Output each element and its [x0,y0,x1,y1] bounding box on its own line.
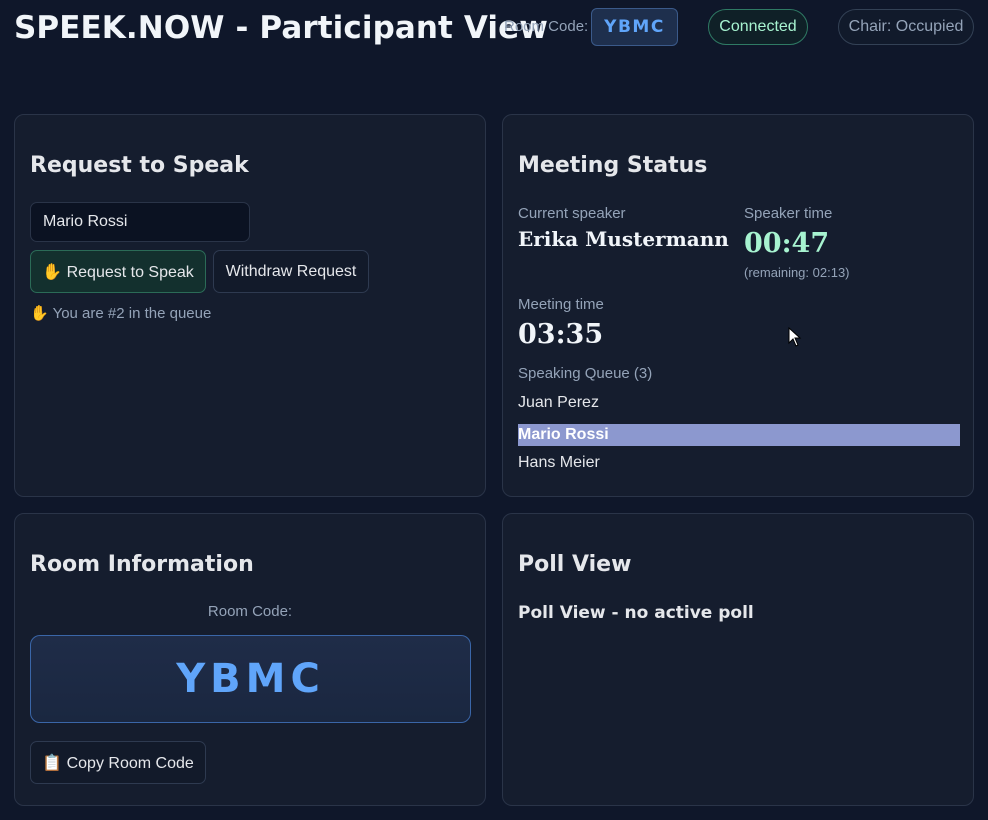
meeting-status-title: Meeting Status [518,153,708,178]
chair-status-badge: Chair: Occupied [838,9,974,45]
meeting-time-label: Meeting time [518,296,604,313]
queue-item-self: Mario Rossi [518,424,960,446]
speaking-queue-label: Speaking Queue (3) [518,365,653,382]
withdraw-request-button[interactable]: Withdraw Request [213,250,369,293]
meeting-time-value: 03:35 [518,319,604,350]
page-title: SPEEK.NOW - Participant View [14,10,549,46]
header-room-code-badge: YBMC [591,8,678,46]
speaking-queue-list: Juan Perez Mario Rossi Hans Meier [518,390,960,480]
meeting-status-panel: Meeting Status Current speaker Erika Mus… [502,114,974,497]
queue-position-text: ✋ You are #2 in the queue [30,305,212,322]
poll-view-panel: Poll View Poll View - no active poll [502,513,974,806]
speaker-time-value: 00:47 [744,228,830,259]
room-code-label: Room Code: [207,603,293,620]
connection-status-badge: Connected [708,9,808,45]
poll-view-title: Poll View [518,552,632,577]
participant-name-input[interactable] [30,202,250,242]
queue-item: Juan Perez [518,394,599,411]
current-speaker-label: Current speaker [518,205,626,222]
request-panel-title: Request to Speak [30,153,249,178]
current-speaker-name: Erika Mustermann [518,227,729,251]
queue-item: Hans Meier [518,454,600,471]
speaker-time-label: Speaker time [744,205,833,222]
room-information-panel: Room Information Room Code: YBMC 📋 Copy … [14,513,486,806]
request-to-speak-panel: Request to Speak ✋ Request to Speak With… [14,114,486,497]
request-to-speak-button[interactable]: ✋ Request to Speak [30,250,206,293]
room-code-display: YBMC [30,635,471,723]
top-bar: SPEEK.NOW - Participant View Room Code: … [14,0,974,56]
header-room-code-label: Room Code: [504,18,589,35]
speaker-time-remaining: (remaining: 02:13) [744,265,850,280]
poll-status-message: Poll View - no active poll [518,603,754,623]
mouse-cursor-icon [788,327,802,347]
room-info-title: Room Information [30,552,254,577]
copy-room-code-button[interactable]: 📋 Copy Room Code [30,741,206,784]
